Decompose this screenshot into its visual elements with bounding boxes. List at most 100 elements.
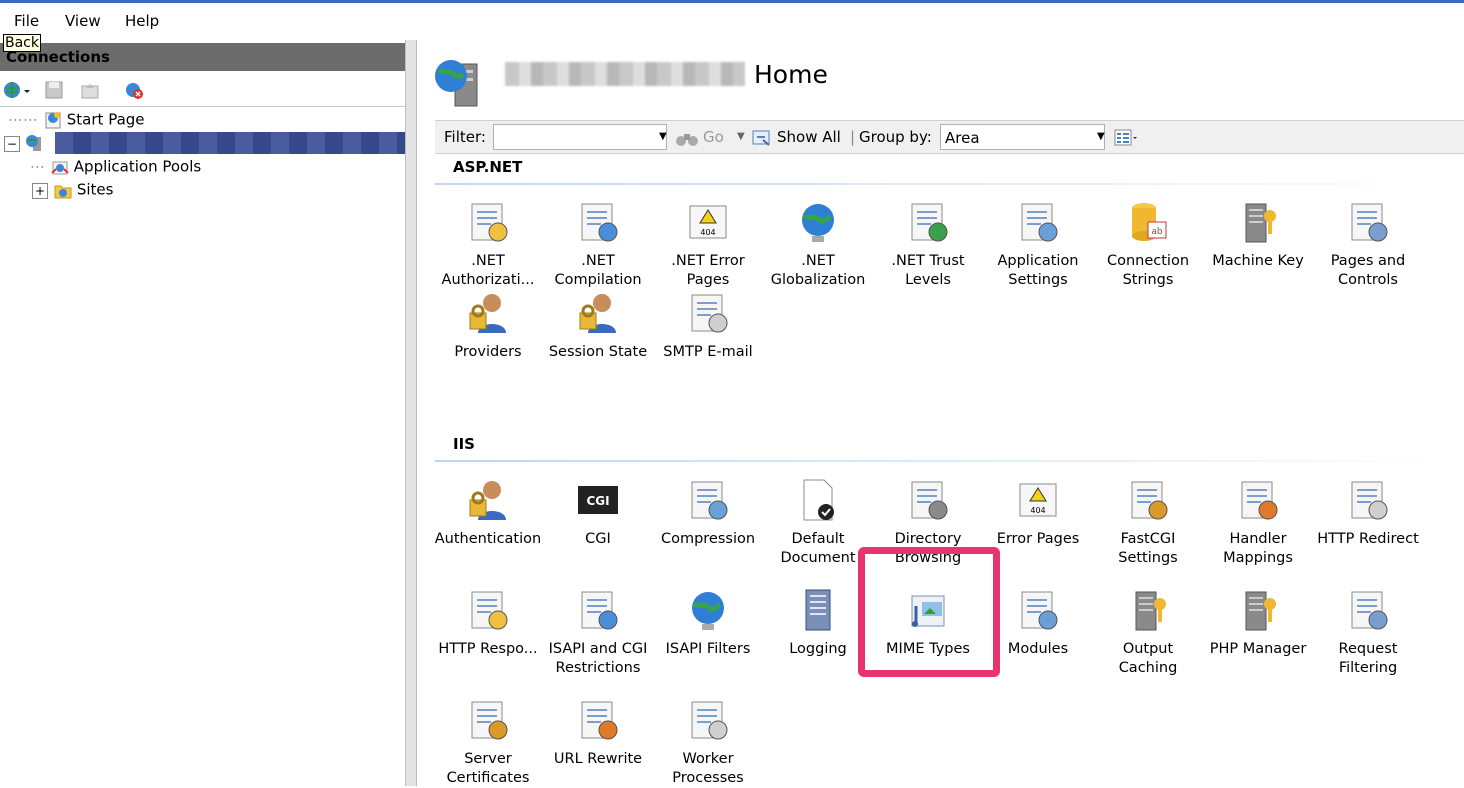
filter-label: Filter: <box>444 128 486 146</box>
modules-icon <box>1021 591 1058 630</box>
feature-connection-strings[interactable]: ab Connection Strings <box>1093 198 1203 290</box>
dropdown-arrow-icon[interactable] <box>22 80 32 100</box>
feature-worker-processes[interactable]: Worker Processes <box>653 696 763 788</box>
feature-label: Session State <box>548 344 648 360</box>
server-globe-icon <box>435 60 478 107</box>
feature-label: Server Certificates <box>446 751 530 786</box>
menu-file[interactable]: File <box>14 12 39 30</box>
svg-text:CGI: CGI <box>586 494 609 508</box>
feature-session-state[interactable]: Session State <box>543 289 653 362</box>
feature-label: Pages and Controls <box>1330 253 1406 288</box>
fastcgi-icon <box>1131 481 1168 520</box>
pane-splitter[interactable] <box>405 40 417 786</box>
feature-output-caching[interactable]: Output Caching <box>1093 586 1203 678</box>
url-rewrite-icon <box>581 701 618 740</box>
feature-label: ISAPI Filters <box>665 641 751 657</box>
separator: | <box>850 128 856 146</box>
database-icon: ab <box>1132 203 1167 241</box>
filter-dropdown-icon[interactable]: ▼ <box>659 131 667 142</box>
settings-list-icon <box>1021 203 1058 242</box>
default-document-icon <box>803 479 834 521</box>
filter-input[interactable] <box>493 124 667 150</box>
isapi-filter-icon <box>692 592 724 630</box>
page-header: Home <box>417 40 1464 114</box>
feature-net-authorizati[interactable]: .NET Authorizati... <box>433 198 543 290</box>
menu-bar: File View Help <box>0 0 1464 40</box>
trust-check-icon <box>911 203 948 242</box>
http-redirect-icon <box>1351 481 1388 520</box>
tree-start-page[interactable]: ⋯⋯ Start Page <box>8 110 145 130</box>
feature-error-pages[interactable]: 404 Error Pages <box>983 476 1093 549</box>
page-title: Home <box>754 60 828 89</box>
feature-php-manager[interactable]: PHP Manager <box>1203 586 1313 659</box>
show-all-button[interactable]: Show All <box>777 128 841 146</box>
feature-isapi-and-cgi-restrictions[interactable]: ISAPI and CGI Restrictions <box>543 586 653 678</box>
feature-net-globalization[interactable]: .NET Globalization <box>763 198 873 290</box>
feature-label: Worker Processes <box>672 751 744 786</box>
feature-http-respo[interactable]: HTTP Respo... <box>433 586 543 659</box>
feature-compression[interactable]: Compression <box>653 476 763 549</box>
menu-help[interactable]: Help <box>125 12 159 30</box>
feature-fastcgi-settings[interactable]: FastCGI Settings <box>1093 476 1203 568</box>
disconnect-icon[interactable] <box>124 80 144 100</box>
feature-net-trust-levels[interactable]: .NET Trust Levels <box>873 198 983 290</box>
pages-controls-icon <box>1351 203 1388 242</box>
go-dropdown-icon[interactable]: ▼ <box>737 131 745 142</box>
logging-book-icon <box>805 589 831 631</box>
sites-folder-icon <box>54 185 72 199</box>
feature-label: .NET Globalization <box>770 253 866 288</box>
feature-label: .NET Trust Levels <box>891 253 965 288</box>
feature-label: PHP Manager <box>1209 641 1307 657</box>
http-response-icon <box>471 591 508 630</box>
feature-label: Modules <box>1007 641 1069 657</box>
start-page-icon <box>45 112 61 129</box>
tree-sites[interactable]: + Sites <box>32 180 113 200</box>
server-icon <box>25 135 41 151</box>
tree-server-node[interactable]: − <box>4 133 49 153</box>
feature-label: HTTP Redirect <box>1317 531 1419 547</box>
svg-text:404: 404 <box>700 228 715 237</box>
feature-label: Output Caching <box>1118 641 1178 676</box>
connections-toolbar <box>0 74 405 107</box>
feature-smtp-e-mail[interactable]: SMTP E-mail <box>653 289 763 362</box>
feature-url-rewrite[interactable]: URL Rewrite <box>543 696 653 769</box>
section-iis-title: IIS <box>453 435 475 453</box>
save-icon[interactable] <box>44 80 64 100</box>
group-by-dropdown-icon[interactable]: ▼ <box>1097 131 1105 142</box>
session-user-icon <box>579 294 616 333</box>
feature-http-redirect[interactable]: HTTP Redirect <box>1313 476 1423 549</box>
feature-net-compilation[interactable]: .NET Compilation <box>543 198 653 290</box>
feature-default-document[interactable]: Default Document <box>763 476 873 568</box>
feature-isapi-filters[interactable]: ISAPI Filters <box>653 586 763 659</box>
feature-label: Error Pages <box>996 531 1080 547</box>
app-pools-icon <box>51 161 69 175</box>
svg-text:404: 404 <box>1030 506 1045 515</box>
binoculars-icon[interactable] <box>675 128 699 148</box>
group-by-select[interactable]: Area <box>940 124 1105 150</box>
directory-browse-icon <box>911 481 948 520</box>
feature-providers[interactable]: Providers <box>433 289 543 362</box>
handler-arrows-icon <box>1241 481 1278 520</box>
compression-clamp-icon <box>691 481 728 520</box>
feature-logging[interactable]: Logging <box>763 586 873 659</box>
connect-globe-icon[interactable] <box>2 80 22 100</box>
feature-machine-key[interactable]: Machine Key <box>1203 198 1313 271</box>
up-folder-icon[interactable] <box>80 80 100 100</box>
feature-server-certificates[interactable]: Server Certificates <box>433 696 543 788</box>
section-aspnet-title: ASP.NET <box>453 158 523 176</box>
error-404-icon: 404 <box>689 205 727 239</box>
view-mode-icon[interactable] <box>1113 128 1137 148</box>
feature-authentication[interactable]: Authentication <box>433 476 543 549</box>
feature-pages-and-controls[interactable]: Pages and Controls <box>1313 198 1423 290</box>
feature-label: .NET Compilation <box>554 253 642 288</box>
feature-net-error-pages[interactable]: 404 .NET Error Pages <box>653 198 763 290</box>
go-button[interactable]: Go <box>703 128 724 146</box>
feature-application-settings[interactable]: Application Settings <box>983 198 1093 290</box>
feature-cgi[interactable]: CGI CGI <box>543 476 653 549</box>
feature-handler-mappings[interactable]: Handler Mappings <box>1203 476 1313 568</box>
error-404-icon: 404 <box>1019 483 1057 517</box>
filter-bar: Filter: ▼ Go ▼ Show All | Group by: Area… <box>435 120 1464 154</box>
tree-application-pools[interactable]: ⋯ Application Pools <box>30 157 201 177</box>
feature-request-filtering[interactable]: Request Filtering <box>1313 586 1423 678</box>
menu-view[interactable]: View <box>65 12 101 30</box>
